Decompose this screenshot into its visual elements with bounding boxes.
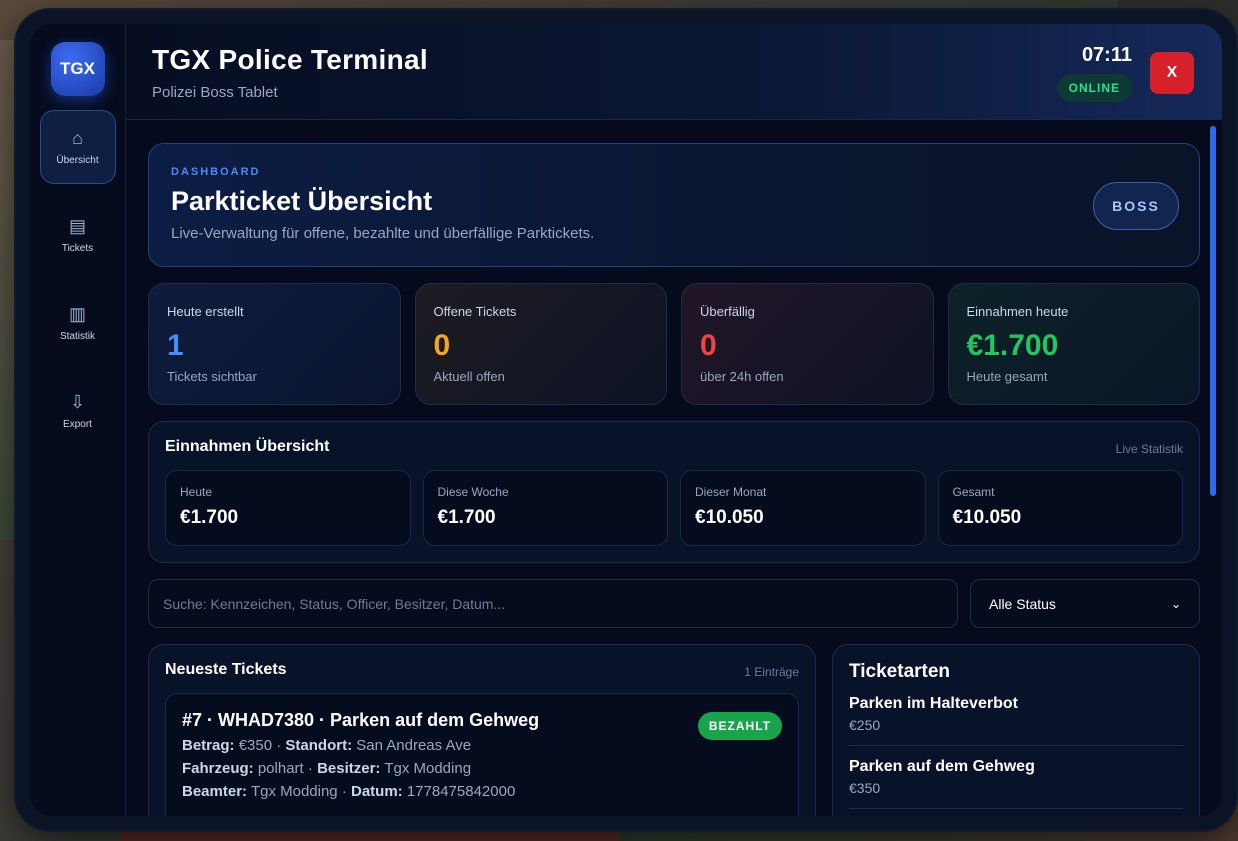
revenue-value: €1.700 — [180, 507, 239, 528]
stat-subtext: Aktuell offen — [433, 369, 505, 384]
ticket-status-badge: BEZAHLT — [697, 712, 782, 740]
status-select[interactable]: Alle Status ⌄ — [970, 579, 1200, 628]
latest-tickets-panel: Neueste Tickets 1 Einträge #7 · WHAD7380… — [148, 644, 816, 816]
stat-value: €1.700 — [966, 329, 1059, 362]
role-badge: BOSS — [1093, 182, 1179, 230]
chevron-down-icon: ⌄ — [1170, 596, 1181, 611]
app-logo: TGX — [50, 42, 105, 96]
stat-value: 0 — [433, 329, 451, 362]
filter-bar: Alle Status ⌄ — [148, 579, 1200, 628]
ticket-detail-line: Fahrzeug: polhart · Besitzer: Tgx Moddin… — [182, 760, 472, 777]
ticket-type-name: Parken auf dem Gehweg — [849, 758, 1035, 775]
tablet-screen: TGX ⌂ Übersicht ▤ Tickets ▥ Statistik ⇩ … — [30, 24, 1222, 816]
revenue-label: Gesamt — [952, 485, 995, 499]
stats-row: Heute erstellt 1 Tickets sichtbar Offene… — [148, 283, 1200, 405]
download-icon: ⇩ — [69, 391, 86, 412]
revenue-card-today: Heute €1.700 — [165, 470, 411, 546]
sidebar-item-export[interactable]: ⇩ Export — [40, 374, 116, 448]
detail-label: Datum: — [351, 783, 403, 800]
close-button[interactable]: X — [1150, 52, 1194, 94]
stat-card-open-tickets: Offene Tickets 0 Aktuell offen — [414, 283, 667, 405]
stat-label: Überfällig — [700, 304, 755, 319]
stat-card-created-today: Heute erstellt 1 Tickets sichtbar — [148, 283, 401, 405]
app-header: TGX Police Terminal Polizei Boss Tablet … — [126, 24, 1222, 120]
revenue-value: €10.050 — [695, 507, 764, 528]
revenue-label: Diese Woche — [437, 485, 509, 499]
sidebar-item-label: Statistik — [59, 330, 95, 342]
sidebar: TGX ⌂ Übersicht ▤ Tickets ▥ Statistik ⇩ … — [30, 24, 126, 816]
section-title: Neueste Tickets — [165, 661, 287, 678]
sidebar-item-tickets[interactable]: ▤ Tickets — [40, 198, 116, 272]
ticket-type-item[interactable]: Parken auf dem Gehweg €350 — [849, 746, 1183, 809]
ticket-card[interactable]: #7 · WHAD7380 · Parken auf dem Gehweg BE… — [165, 693, 799, 816]
sidebar-item-label: Export — [63, 418, 92, 430]
ticket-officer: Tgx Modding — [250, 783, 338, 800]
ticket-date: 1778475842000 — [406, 783, 516, 800]
ticket-type-item[interactable]: Parken im Halteverbot €250 — [849, 683, 1183, 746]
ticket-types-panel: Ticketarten Parken im Halteverbot €250 P… — [832, 644, 1200, 816]
chart-icon: ▥ — [68, 303, 86, 324]
stat-label: Einnahmen heute — [966, 304, 1069, 319]
revenue-cards: Heute €1.700 Diese Woche €1.700 Dieser M… — [165, 470, 1183, 546]
stat-card-overdue: Überfällig 0 über 24h offen — [681, 283, 934, 405]
ticket-location: San Andreas Ave — [356, 737, 472, 754]
sidebar-item-label: Tickets — [61, 242, 94, 254]
stat-label: Offene Tickets — [433, 304, 517, 319]
stat-subtext: Heute gesamt — [966, 369, 1048, 384]
detail-label: Betrag: — [182, 737, 235, 754]
stat-value: 1 — [167, 329, 184, 362]
ticket-title: #7 · WHAD7380 · Parken auf dem Gehweg — [182, 710, 540, 730]
sidebar-item-label: Übersicht — [56, 154, 99, 166]
live-label: Live Statistik — [1115, 442, 1183, 456]
stat-label: Heute erstellt — [167, 304, 244, 319]
app-subtitle: Polizei Boss Tablet — [152, 84, 278, 101]
ticket-type-price: €350 — [849, 780, 881, 796]
revenue-card-total: Gesamt €10.050 — [937, 470, 1183, 546]
revenue-overview: Einnahmen Übersicht Live Statistik Heute… — [148, 421, 1200, 563]
stat-value: 0 — [700, 329, 717, 362]
ticket-amount: €350 — [238, 737, 273, 754]
hero-kicker: DASHBOARD — [171, 166, 261, 178]
ticket-type-price: €250 — [849, 717, 881, 733]
entry-count: 1 Einträge — [744, 665, 799, 679]
main-area: TGX Police Terminal Polizei Boss Tablet … — [126, 24, 1222, 816]
revenue-card-month: Dieser Monat €10.050 — [680, 470, 926, 546]
revenue-value: €1.700 — [437, 507, 496, 528]
sidebar-item-overview[interactable]: ⌂ Übersicht — [39, 110, 116, 184]
lower-panels: Neueste Tickets 1 Einträge #7 · WHAD7380… — [148, 644, 1200, 816]
revenue-card-week: Diese Woche €1.700 — [422, 470, 668, 546]
tablet-frame: TGX ⌂ Übersicht ▤ Tickets ▥ Statistik ⇩ … — [16, 10, 1236, 830]
app-title: TGX Police Terminal — [152, 44, 428, 75]
stat-card-revenue-today: Einnahmen heute €1.700 Heute gesamt — [947, 283, 1200, 405]
clock: 07:11 — [1081, 44, 1132, 66]
ticket-detail-line: Beamter: Tgx Modding · Datum: 1778475842… — [182, 783, 516, 800]
status-select-value: Alle Status — [989, 595, 1056, 612]
list-icon: ▤ — [68, 215, 86, 236]
ticket-owner: Tgx Modding — [384, 760, 472, 777]
page-title: Parkticket Übersicht — [171, 186, 433, 216]
revenue-label: Heute — [180, 485, 213, 499]
home-icon: ⌂ — [72, 127, 83, 148]
section-title: Einnahmen Übersicht — [165, 438, 330, 455]
detail-label: Besitzer: — [317, 760, 381, 777]
page-description: Live-Verwaltung für offene, bezahlte und… — [171, 225, 595, 242]
stat-subtext: über 24h offen — [700, 369, 784, 384]
ticket-detail-line: Betrag: €350 · Standort: San Andreas Ave — [182, 737, 472, 754]
dashboard-hero: DASHBOARD Parkticket Übersicht Live-Verw… — [148, 143, 1200, 267]
stat-subtext: Tickets sichtbar — [167, 369, 257, 384]
revenue-label: Dieser Monat — [695, 485, 767, 499]
status-badge: ONLINE — [1056, 74, 1132, 102]
revenue-value: €10.050 — [952, 507, 1022, 528]
ticket-type-name: Parken im Halteverbot — [849, 695, 1018, 712]
section-title: Ticketarten — [849, 661, 951, 682]
sidebar-item-statistics[interactable]: ▥ Statistik — [40, 286, 116, 360]
detail-label: Beamter: — [182, 783, 248, 800]
detail-label: Fahrzeug: — [182, 760, 254, 777]
search-input[interactable] — [148, 579, 958, 628]
content: DASHBOARD Parkticket Übersicht Live-Verw… — [126, 121, 1222, 816]
detail-label: Standort: — [285, 737, 353, 754]
ticket-vehicle: polhart — [257, 760, 304, 777]
